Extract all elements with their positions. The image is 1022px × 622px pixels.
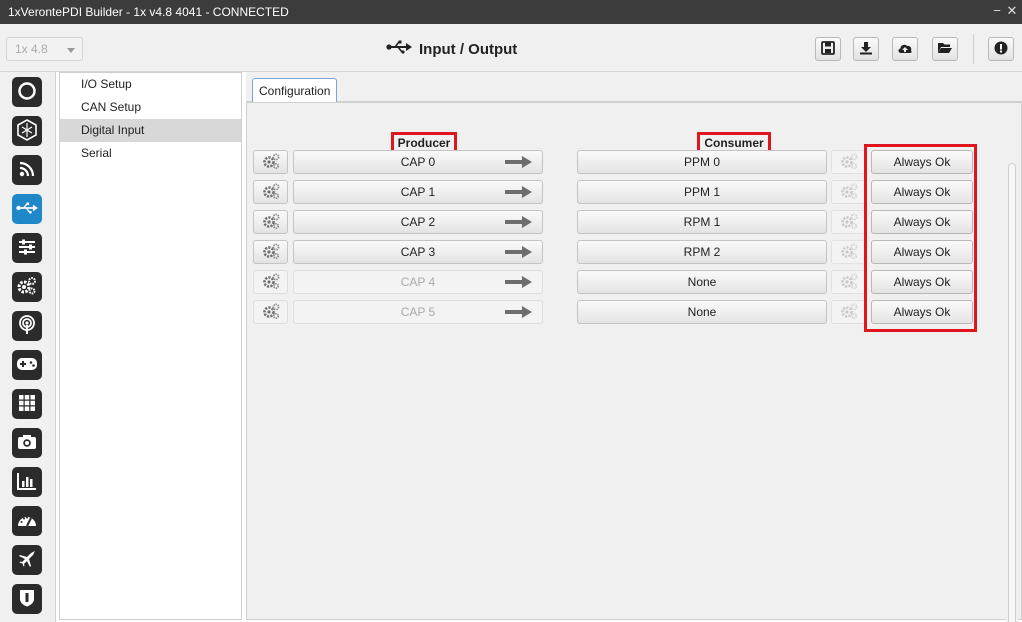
dashboard-icon [17, 512, 37, 531]
consumer-select[interactable]: PPM 1 [577, 180, 827, 204]
sidebar-dashboard-button[interactable] [12, 506, 42, 536]
sliders-icon [18, 238, 36, 259]
airplane-icon [18, 550, 36, 571]
gears-icon [262, 153, 280, 172]
arrow-right-icon [505, 305, 533, 322]
sidebar-io-button[interactable] [12, 194, 42, 224]
gears-icon [262, 243, 280, 262]
sidebar-status-button[interactable] [12, 77, 42, 107]
consumer-select[interactable]: None [577, 270, 827, 294]
module-sidebar [0, 72, 56, 622]
tab-configuration[interactable]: Configuration [252, 78, 338, 103]
shield-icon [19, 589, 35, 610]
folder-open-icon [937, 41, 953, 58]
page-title: Input / Output [419, 40, 518, 58]
gears-icon [840, 213, 858, 232]
usb-icon [386, 40, 412, 58]
gears-icon [840, 303, 858, 322]
consumer-select[interactable]: PPM 0 [577, 150, 827, 174]
vertical-scrollbar[interactable] [1006, 155, 1018, 622]
download-icon [859, 41, 873, 58]
save-button[interactable] [815, 37, 841, 61]
hexagon-icon [16, 118, 38, 144]
configuration-panel: Producer Consumer CAP 0 PPM 0 Always Ok CAP… [246, 102, 1022, 622]
producer-settings-button[interactable] [253, 300, 288, 324]
bar-chart-icon [17, 472, 37, 493]
producer-settings-button[interactable] [253, 240, 288, 264]
toolbar-separator [973, 34, 974, 64]
arrow-right-icon [505, 185, 533, 202]
producer-settings-button[interactable] [253, 210, 288, 234]
version-select-value: 1x 4.8 [15, 42, 48, 56]
podcast-icon [17, 314, 37, 338]
usb-icon [16, 201, 38, 218]
content-panel: Configuration Producer Consumer CAP 0 PPM… [246, 72, 1022, 622]
grid-icon [18, 394, 36, 415]
consumer-settings-button[interactable] [831, 180, 866, 204]
sidebar-feed-button[interactable] [12, 155, 42, 185]
consumer-select[interactable]: RPM 2 [577, 240, 827, 264]
status-ring-icon [17, 81, 37, 104]
consumer-settings-button[interactable] [831, 210, 866, 234]
download-button[interactable] [853, 37, 879, 61]
version-select[interactable]: 1x 4.8 [6, 37, 83, 61]
gears-icon [840, 273, 858, 292]
sidebar-broadcast-button[interactable] [12, 311, 42, 341]
close-button[interactable]: ✕ [1003, 2, 1021, 20]
producer-settings-button[interactable] [253, 180, 288, 204]
consumer-settings-button[interactable] [831, 150, 866, 174]
sidebar-flight-button[interactable] [12, 545, 42, 575]
camera-icon [17, 434, 37, 453]
scrollbar-thumb[interactable] [1008, 163, 1016, 622]
gears-icon [262, 303, 280, 322]
gears-icon [840, 243, 858, 262]
consumer-settings-button[interactable] [831, 240, 866, 264]
tree-item-digital-input[interactable]: Digital Input [60, 119, 241, 142]
producer-settings-button[interactable] [253, 270, 288, 294]
io-tree: I/O Setup CAN Setup Digital Input Serial [59, 72, 242, 620]
status-column-highlight [864, 144, 977, 332]
tree-item-io-setup[interactable]: I/O Setup [60, 73, 241, 96]
sidebar-gamepad-button[interactable] [12, 350, 42, 380]
alert-icon [994, 41, 1008, 58]
arrow-right-icon [505, 275, 533, 292]
consumer-settings-button[interactable] [831, 270, 866, 294]
window-title: 1xVerontePDI Builder - 1x v4.8 4041 - CO… [8, 5, 289, 19]
consumer-settings-button[interactable] [831, 300, 866, 324]
sidebar-chart-button[interactable] [12, 467, 42, 497]
consumer-select[interactable]: None [577, 300, 827, 324]
save-icon [821, 40, 835, 58]
tab-strip: Configuration [246, 72, 1022, 103]
sidebar-grid-button[interactable] [12, 389, 42, 419]
arrow-right-icon [505, 155, 533, 172]
sidebar-camera-button[interactable] [12, 428, 42, 458]
window-title-bar: 1xVerontePDI Builder - 1x v4.8 4041 - CO… [0, 0, 1022, 24]
consumer-select[interactable]: RPM 1 [577, 210, 827, 234]
gears-icon [840, 153, 858, 172]
page-heading: Input / Output [386, 38, 517, 60]
cloud-upload-button[interactable] [892, 37, 918, 61]
gears-icon [262, 273, 280, 292]
cloud-upload-icon [897, 41, 913, 58]
gears-icon [262, 183, 280, 202]
toolbar: 1x 4.8 Input / Output [0, 24, 1022, 72]
sidebar-shield-button[interactable] [12, 584, 42, 614]
gears-icon [262, 213, 280, 232]
tree-item-serial[interactable]: Serial [60, 142, 241, 165]
gears-icon [840, 183, 858, 202]
open-folder-button[interactable] [932, 37, 958, 61]
sidebar-gears-button[interactable] [12, 272, 42, 302]
sidebar-hexagon-button[interactable] [12, 116, 42, 146]
producer-settings-button[interactable] [253, 150, 288, 174]
gamepad-icon [16, 356, 38, 375]
arrow-right-icon [505, 215, 533, 232]
rss-feed-icon [18, 160, 36, 181]
gears-icon [17, 276, 37, 299]
sidebar-sliders-button[interactable] [12, 233, 42, 263]
arrow-right-icon [505, 245, 533, 262]
alert-button[interactable] [988, 37, 1014, 61]
chevron-down-icon [67, 48, 75, 53]
tree-item-can-setup[interactable]: CAN Setup [60, 96, 241, 119]
